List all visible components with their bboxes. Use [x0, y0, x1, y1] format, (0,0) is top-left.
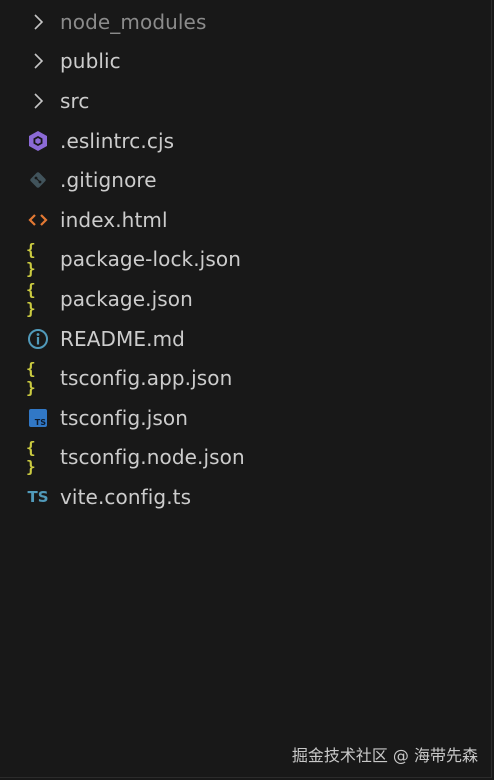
chevron-right-icon[interactable]	[26, 10, 50, 34]
html-icon	[26, 208, 50, 232]
tree-item-tsconfig-node-json[interactable]: { } tsconfig.node.json	[0, 438, 490, 478]
json-icon: { }	[26, 438, 36, 477]
json-icon: { }	[26, 240, 36, 279]
tree-item-eslintrc[interactable]: .eslintrc.cjs	[0, 121, 490, 161]
tree-item-src[interactable]: src	[0, 81, 490, 121]
file-explorer: node_modules public src .eslintrc.cjs .g…	[0, 0, 492, 778]
git-icon	[26, 168, 50, 192]
tree-item-label: README.md	[60, 326, 185, 351]
tree-item-label: index.html	[60, 207, 168, 232]
chevron-right-icon[interactable]	[26, 89, 50, 113]
tree-item-package-json[interactable]: { } package.json	[0, 279, 490, 319]
json-icon: { }	[26, 279, 36, 318]
tree-item-tsconfig-app-json[interactable]: { } tsconfig.app.json	[0, 358, 490, 398]
tree-item-tsconfig-json[interactable]: TS tsconfig.json	[0, 398, 490, 438]
tree-item-gitignore[interactable]: .gitignore	[0, 160, 490, 200]
json-icon: { }	[26, 359, 36, 398]
tree-item-label: .gitignore	[60, 168, 157, 193]
tree-item-vite-config-ts[interactable]: TS vite.config.ts	[0, 477, 490, 517]
tree-item-label: .eslintrc.cjs	[60, 128, 175, 153]
tree-item-public[interactable]: public	[0, 42, 490, 82]
chevron-right-icon[interactable]	[26, 49, 50, 73]
file-tree: node_modules public src .eslintrc.cjs .g…	[0, 2, 490, 517]
tsconfig-icon: TS	[26, 406, 50, 430]
tree-item-label: src	[60, 88, 90, 113]
info-icon	[26, 327, 50, 351]
watermark: 掘金技术社区 @ 海带先森	[291, 746, 478, 765]
tree-item-label: package.json	[60, 286, 193, 311]
tree-item-index-html[interactable]: index.html	[0, 200, 490, 240]
tree-item-label: tsconfig.node.json	[60, 445, 245, 470]
tree-item-label: vite.config.ts	[60, 484, 192, 509]
tree-item-label: tsconfig.app.json	[60, 366, 233, 391]
tree-item-readme[interactable]: README.md	[0, 319, 490, 359]
tree-item-package-lock-json[interactable]: { } package-lock.json	[0, 240, 490, 280]
tree-item-label: package-lock.json	[60, 247, 241, 272]
tree-item-label: node_modules	[60, 9, 207, 34]
typescript-icon: TS	[27, 487, 49, 506]
tree-item-node-modules[interactable]: node_modules	[0, 2, 490, 42]
eslint-icon	[26, 129, 50, 153]
tree-item-label: public	[60, 49, 121, 74]
tree-item-label: tsconfig.json	[60, 405, 189, 430]
